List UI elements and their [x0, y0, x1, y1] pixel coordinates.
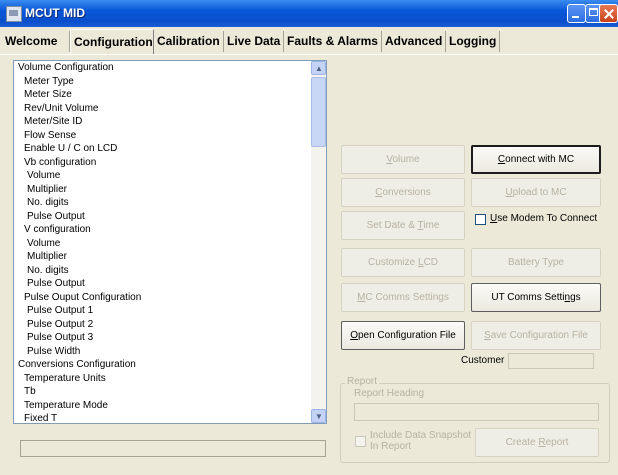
- tab-logging[interactable]: Logging: [446, 31, 500, 52]
- list-item[interactable]: Conversions Configuration: [14, 358, 310, 372]
- close-button[interactable]: [599, 4, 618, 23]
- create-report-button[interactable]: Create Report: [475, 428, 599, 457]
- list-item[interactable]: Pulse Ouput Configuration: [14, 291, 310, 305]
- report-heading-field[interactable]: [354, 403, 599, 421]
- list-item[interactable]: Pulse Output: [14, 277, 310, 291]
- tab-calibration[interactable]: Calibration: [154, 31, 224, 52]
- include-snapshot-label: Include Data Snapshot In Report: [370, 430, 472, 452]
- use-modem-checkbox[interactable]: [475, 214, 486, 225]
- list-scrollbar[interactable]: ▲ ▼: [311, 61, 326, 423]
- conversions-button[interactable]: Conversions: [341, 178, 465, 207]
- list-item[interactable]: Fixed T: [14, 412, 310, 423]
- list-item[interactable]: Meter Type: [14, 75, 310, 89]
- chevron-down-icon: ▼: [315, 412, 323, 421]
- tab-live-data[interactable]: Live Data: [224, 31, 284, 52]
- list-item[interactable]: Temperature Units: [14, 372, 310, 386]
- customer-field[interactable]: [508, 353, 594, 369]
- app-icon: [6, 6, 22, 22]
- list-item[interactable]: Multiplier: [14, 250, 310, 264]
- include-snapshot-checkbox[interactable]: [355, 436, 366, 447]
- scroll-thumb[interactable]: [311, 77, 326, 147]
- upload-to-mc-button[interactable]: Upload to MC: [471, 178, 601, 207]
- use-modem-label: Use Modem To Connect: [490, 213, 598, 224]
- scroll-up-button[interactable]: ▲: [311, 61, 326, 75]
- list-item[interactable]: Pulse Output 2: [14, 318, 310, 332]
- battery-type-button[interactable]: Battery Type: [471, 248, 601, 277]
- tab-welcome[interactable]: Welcome: [2, 31, 70, 52]
- tab-configuration[interactable]: Configuration: [70, 29, 154, 54]
- open-configuration-file-button[interactable]: Open Configuration File: [341, 321, 465, 350]
- list-item[interactable]: Pulse Output 1: [14, 304, 310, 318]
- list-item[interactable]: Pulse Output: [14, 210, 310, 224]
- customize-lcd-button[interactable]: Customize LCD: [341, 248, 465, 277]
- status-field: [20, 440, 326, 457]
- save-configuration-file-button[interactable]: Save Configuration File: [471, 321, 601, 350]
- list-item[interactable]: Volume: [14, 237, 310, 251]
- report-heading-label: Report Heading: [354, 388, 425, 399]
- volume-button[interactable]: Volume: [341, 145, 465, 174]
- list-item[interactable]: Rev/Unit Volume: [14, 102, 310, 116]
- list-item[interactable]: Meter Size: [14, 88, 310, 102]
- mc-comms-settings-button[interactable]: MC Comms Settings: [341, 283, 465, 312]
- configuration-list[interactable]: Volume Configuration Meter Type Meter Size…: [13, 60, 327, 424]
- list-item[interactable]: Meter/Site ID: [14, 115, 310, 129]
- connect-with-mc-button[interactable]: Connect with MC: [471, 145, 601, 174]
- customer-label: Customer: [461, 355, 505, 366]
- chevron-up-icon: ▲: [315, 64, 323, 73]
- tab-advanced[interactable]: Advanced: [382, 31, 446, 52]
- list-item[interactable]: Pulse Width: [14, 345, 310, 359]
- report-group-title: Report: [345, 376, 380, 387]
- ut-comms-settings-button[interactable]: UT Comms Settings: [471, 283, 601, 312]
- list-item[interactable]: Enable U / C on LCD: [14, 142, 310, 156]
- list-item[interactable]: No. digits: [14, 196, 310, 210]
- list-item[interactable]: No. digits: [14, 264, 310, 278]
- list-item[interactable]: Flow Sense: [14, 129, 310, 143]
- window-title: MCUT MID: [25, 6, 85, 20]
- tab-faults-alarms[interactable]: Faults & Alarms: [284, 31, 382, 52]
- title-bar: MCUT MID: [0, 0, 618, 27]
- list-item[interactable]: V configuration: [14, 223, 310, 237]
- configuration-list-items: Volume Configuration Meter Type Meter Size…: [14, 61, 310, 423]
- list-item[interactable]: Volume: [14, 169, 310, 183]
- minimize-button[interactable]: [567, 4, 586, 23]
- tab-strip: Welcome Configuration Calibration Live D…: [0, 27, 618, 55]
- list-item[interactable]: Multiplier: [14, 183, 310, 197]
- list-item[interactable]: Temperature Mode: [14, 399, 310, 413]
- list-item[interactable]: Pulse Output 3: [14, 331, 310, 345]
- list-item[interactable]: Tb: [14, 385, 310, 399]
- list-item[interactable]: Volume Configuration: [14, 61, 310, 75]
- scroll-down-button[interactable]: ▼: [311, 409, 326, 423]
- set-date-time-button[interactable]: Set Date & Time: [341, 211, 465, 240]
- list-item[interactable]: Vb configuration: [14, 156, 310, 170]
